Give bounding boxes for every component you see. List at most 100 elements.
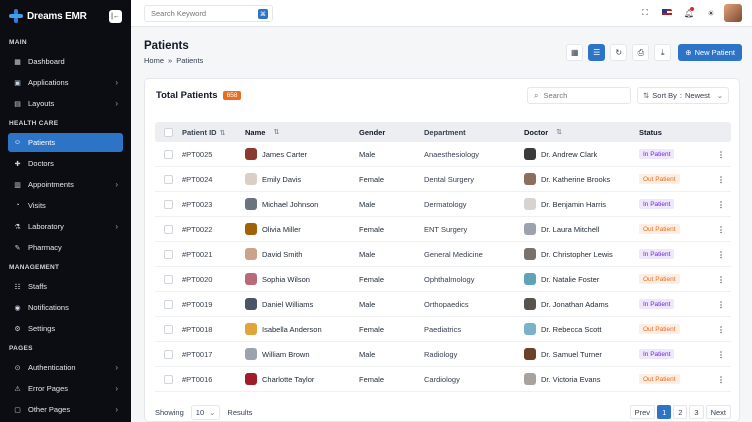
collapse-icon[interactable]: |← (109, 9, 122, 23)
header-patient-id[interactable]: Patient ID ⇅ (182, 128, 245, 137)
doctor-name[interactable]: Dr. Victoria Evans (541, 375, 600, 384)
page-size-select[interactable]: 10 ⌄ (190, 404, 221, 420)
row-checkbox[interactable] (164, 199, 173, 209)
list-view-button[interactable]: ☰ (588, 44, 606, 61)
notification-icon[interactable]: 🔔︎ (680, 4, 698, 22)
sidebar-item-visits[interactable]: ◔ Visits (8, 196, 123, 215)
sidebar-section-title: HEALTH CARE (9, 120, 59, 127)
header-doctor[interactable]: Doctor ⇅ (524, 128, 639, 137)
more-options-icon[interactable]: ⋮ (711, 325, 731, 334)
search-shortcut-icon[interactable]: ⌘ (258, 9, 268, 19)
next-page-button[interactable]: Next (705, 405, 731, 419)
sidebar-item-label: Appointments (28, 180, 74, 189)
row-checkbox[interactable] (164, 274, 173, 284)
sidebar-item-applications[interactable]: ▣ Applications › (8, 73, 123, 92)
table-row[interactable]: #PT0020 Sophia Wilson Female Ophthalmolo… (155, 267, 731, 292)
page-size-value: 10 (195, 407, 205, 417)
patient-name[interactable]: James Carter (262, 150, 307, 159)
doctor-name[interactable]: Dr. Jonathan Adams (541, 300, 609, 309)
more-options-icon[interactable]: ⋮ (711, 300, 731, 309)
sidebar-item-error-pages[interactable]: ⚠ Error Pages › (8, 379, 123, 398)
doctor-name[interactable]: Dr. Benjamin Harris (541, 200, 606, 209)
sidebar-item-pharmacy[interactable]: ✎ Pharmacy (8, 238, 123, 257)
doctor-name[interactable]: Dr. Christopher Lewis (541, 250, 613, 259)
table-search-input[interactable] (543, 91, 624, 100)
select-all-checkbox[interactable] (164, 127, 173, 137)
doctor-name[interactable]: Dr. Samuel Turner (541, 350, 602, 359)
fullscreen-icon[interactable]: ⛶ (636, 4, 654, 22)
row-checkbox[interactable] (164, 149, 173, 159)
more-options-icon[interactable]: ⋮ (711, 150, 731, 159)
patient-name[interactable]: Charlotte Taylor (262, 375, 314, 384)
table-row[interactable]: #PT0024 Emily Davis Female Dental Surger… (155, 167, 731, 192)
table-row[interactable]: #PT0016 Charlotte Taylor Female Cardiolo… (155, 367, 731, 392)
more-options-icon[interactable]: ⋮ (711, 175, 731, 184)
sidebar-item-other-pages[interactable]: ▢ Other Pages › (8, 400, 123, 419)
prev-page-button[interactable]: Prev (629, 405, 656, 419)
patient-name[interactable]: Isabella Anderson (262, 325, 322, 334)
new-patient-button[interactable]: ⊕ New Patient (678, 44, 742, 61)
more-options-icon[interactable]: ⋮ (711, 250, 731, 259)
sidebar-item-staffs[interactable]: ☷ Staffs (8, 277, 123, 296)
table-row[interactable]: #PT0017 William Brown Male Radiology Dr.… (155, 342, 731, 367)
doctor-name[interactable]: Dr. Katherine Brooks (541, 175, 610, 184)
sidebar-item-settings[interactable]: ⚙ Settings (8, 319, 123, 338)
patient-name[interactable]: Daniel Williams (262, 300, 313, 309)
patient-name[interactable]: David Smith (262, 250, 302, 259)
patient-name[interactable]: Sophia Wilson (262, 275, 310, 284)
header-name[interactable]: Name ⇅ (245, 128, 359, 137)
row-checkbox[interactable] (164, 224, 173, 234)
more-options-icon[interactable]: ⋮ (711, 225, 731, 234)
more-options-icon[interactable]: ⋮ (711, 275, 731, 284)
doctor-name[interactable]: Dr. Rebecca Scott (541, 325, 601, 334)
patient-name[interactable]: Olivia Miller (262, 225, 301, 234)
theme-toggle-icon[interactable]: ☀ (702, 4, 720, 22)
status-badge: In Patient (639, 299, 675, 310)
table-row[interactable]: #PT0018 Isabella Anderson Female Paediat… (155, 317, 731, 342)
sidebar-item-notifications[interactable]: ◉ Notifications (8, 298, 123, 317)
table-row[interactable]: #PT0019 Daniel Williams Male Orthopaedic… (155, 292, 731, 317)
table-row[interactable]: #PT0023 Michael Johnson Male Dermatology… (155, 192, 731, 217)
sidebar-item-layouts[interactable]: ▤ Layouts › (8, 94, 123, 113)
patient-gender: Male (359, 349, 376, 359)
row-checkbox[interactable] (164, 249, 173, 259)
row-checkbox[interactable] (164, 174, 173, 184)
patient-name[interactable]: William Brown (262, 350, 310, 359)
table-row[interactable]: #PT0022 Olivia Miller Female ENT Surgery… (155, 217, 731, 242)
grid-view-button[interactable]: ▦ (566, 44, 584, 61)
sidebar-item-authentication[interactable]: ⊙ Authentication › (8, 358, 123, 377)
page-button-1[interactable]: 1 (657, 405, 672, 419)
table-row[interactable]: #PT0021 David Smith Male General Medicin… (155, 242, 731, 267)
user-avatar[interactable] (724, 4, 742, 22)
language-flag-icon[interactable] (658, 4, 676, 22)
sidebar-item-patients[interactable]: ☺ Patients (8, 133, 123, 152)
sidebar-item-laboratory[interactable]: ⚗ Laboratory › (8, 217, 123, 236)
row-checkbox[interactable] (164, 349, 173, 359)
print-button[interactable]: ⎙ (632, 44, 650, 61)
doctors-icon: ✚ (14, 160, 21, 168)
doctor-name[interactable]: Dr. Natalie Foster (541, 275, 599, 284)
sidebar-item-label: Applications (28, 78, 69, 87)
sort-dropdown[interactable]: ⇅ Sort By : Newest ⌄ (637, 87, 729, 104)
sidebar-item-appointments[interactable]: ▥ Appointments › (8, 175, 123, 194)
sidebar-item-doctors[interactable]: ✚ Doctors (8, 154, 123, 173)
page-button-2[interactable]: 2 (673, 405, 688, 419)
table-row[interactable]: #PT0025 James Carter Male Anaesthesiolog… (155, 142, 731, 167)
page-button-3[interactable]: 3 (689, 405, 704, 419)
more-options-icon[interactable]: ⋮ (711, 200, 731, 209)
download-button[interactable]: ⤓ (654, 44, 672, 61)
breadcrumb-home[interactable]: Home (144, 56, 164, 65)
doctor-name[interactable]: Dr. Laura Mitchell (541, 225, 599, 234)
more-options-icon[interactable]: ⋮ (711, 375, 731, 384)
patient-name[interactable]: Emily Davis (262, 175, 301, 184)
refresh-button[interactable]: ↻ (610, 44, 628, 61)
row-checkbox[interactable] (164, 374, 173, 384)
global-search-input[interactable] (145, 6, 255, 21)
sidebar-item-dashboard[interactable]: ▦ Dashboard (8, 52, 123, 71)
patient-name[interactable]: Michael Johnson (262, 200, 318, 209)
row-checkbox[interactable] (164, 299, 173, 309)
doctor-name[interactable]: Dr. Andrew Clark (541, 150, 597, 159)
more-options-icon[interactable]: ⋮ (711, 350, 731, 359)
row-checkbox[interactable] (164, 324, 173, 334)
breadcrumb: Home » Patients (144, 56, 203, 65)
